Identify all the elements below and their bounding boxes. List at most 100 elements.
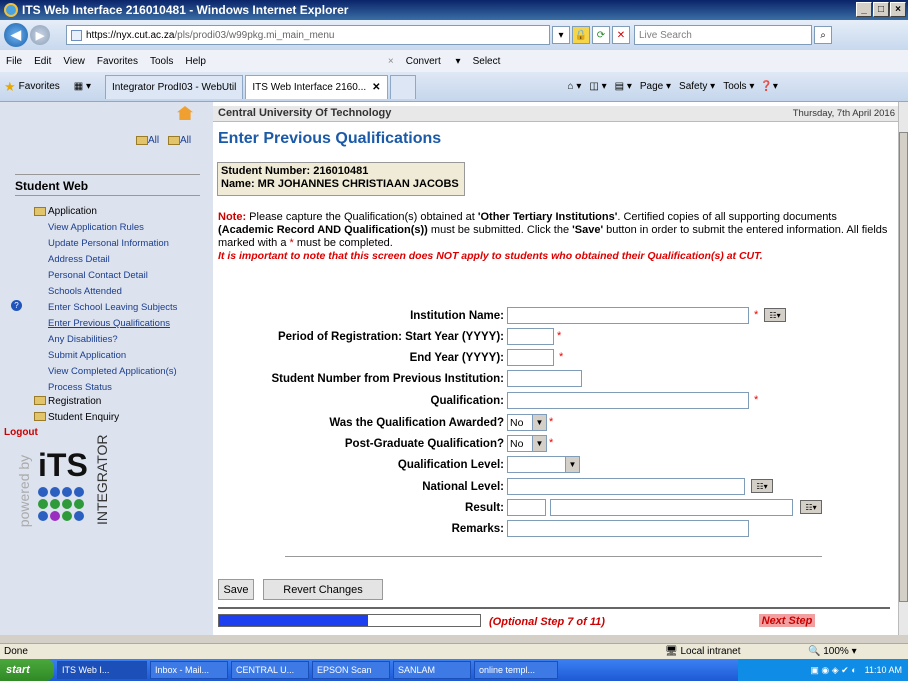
select-button[interactable]: Select [473,56,501,67]
sidebar-item-registration[interactable]: Registration [48,396,101,407]
minimize-button[interactable]: _ [856,2,872,17]
task-online-template[interactable]: online templ... [474,661,558,679]
tab-its-web[interactable]: ITS Web Interface 2160... ✕ [245,74,388,99]
home-icon[interactable] [177,106,193,120]
quick-tabs-icon[interactable]: ▦ ▾ [74,81,91,92]
progress-bar [218,614,481,627]
search-icon[interactable]: ⌕ [814,26,832,44]
menu-tools[interactable]: Tools [150,56,173,67]
help-icon[interactable]: ❓▾ [760,81,777,92]
menu-help[interactable]: Help [185,56,206,67]
task-its-web[interactable]: ITS Web I... [57,661,147,679]
help-icon[interactable]: ? [11,300,22,311]
national-level-input[interactable] [507,478,745,495]
institution-name-input[interactable] [507,307,749,324]
required-marker: * [754,394,759,406]
safety-menu[interactable]: Safety ▾ [679,81,715,92]
revert-changes-button[interactable]: Revert Changes [263,579,383,600]
sidebar-item-view-completed-applications[interactable]: View Completed Application(s) [48,366,177,377]
prev-student-number-input[interactable] [507,370,582,387]
live-search-input[interactable]: Live Search [634,25,812,45]
menu-edit[interactable]: Edit [34,56,51,67]
ie-logo-icon [4,3,18,17]
tab-integrator-label: Integrator ProdI03 - WebUtil [112,81,237,93]
collapse-all-button[interactable]: All [168,135,191,146]
task-sanlam[interactable]: SANLAM [393,661,471,679]
menu-file[interactable]: File [6,56,22,67]
sidebar-item-enter-previous-qualifications[interactable]: Enter Previous Qualifications [48,318,170,329]
required-marker: * [557,330,562,342]
tools-menu[interactable]: Tools ▾ [723,81,754,92]
vertical-scrollbar[interactable] [898,102,908,635]
sidebar-item-process-status[interactable]: Process Status [48,382,112,393]
sidebar-item-student-enquiry[interactable]: Student Enquiry [48,412,119,423]
awarded-label: Was the Qualification Awarded? [329,417,504,429]
tab-integrator[interactable]: Integrator ProdI03 - WebUtil [105,74,244,99]
sidebar-item-application[interactable]: Application [48,206,97,217]
national-level-lookup-icon[interactable]: ☷▾ [751,479,773,493]
scrollbar-thumb[interactable] [899,132,908,602]
close-button[interactable]: × [890,2,906,17]
print-icon[interactable]: ▤ ▾ [615,81,632,92]
page-menu[interactable]: Page ▾ [640,81,671,92]
sidebar-item-any-disabilities[interactable]: Any Disabilities? [48,334,118,345]
sidebar-item-enter-school-leaving-subjects[interactable]: Enter School Leaving Subjects [48,302,177,313]
sidebar-item-personal-contact-detail[interactable]: Personal Contact Detail [48,270,148,281]
zoom-label: 100% [823,646,849,657]
start-button[interactable]: start [0,659,54,681]
expand-all-button[interactable]: All [136,135,159,146]
new-tab-button[interactable] [389,74,416,99]
sidebar-item-schools-attended[interactable]: Schools Attended [48,286,122,297]
note-bold-2: (Academic Record AND Qualification(s)) [218,224,428,236]
integrator-text: INTEGRATOR [94,434,110,526]
maximize-button[interactable]: □ [873,2,889,17]
favorites-button[interactable]: Favorites [19,81,60,92]
url-dropdown-icon[interactable]: ▾ [552,26,570,44]
sidebar-item-address-detail[interactable]: Address Detail [48,254,110,265]
home-icon[interactable]: ⌂ ▾ [568,81,582,92]
next-step-button[interactable]: Next Step [759,614,815,627]
logout-link[interactable]: Logout [4,427,38,438]
sidebar-item-submit-application[interactable]: Submit Application [48,350,126,361]
remarks-input[interactable] [507,520,749,537]
result-lookup-icon[interactable]: ☷▾ [800,500,822,514]
header-bar: Central University Of Technology Thursda… [213,106,898,122]
menu-favorites[interactable]: Favorites [97,56,138,67]
task-central-u[interactable]: CENTRAL U... [231,661,309,679]
lock-icon[interactable]: 🔒 [572,26,590,44]
forward-button[interactable]: ▶ [30,25,50,45]
back-button[interactable]: ◀ [4,23,28,47]
feeds-icon[interactable]: ◫ ▾ [589,81,606,92]
postgrad-select[interactable]: No ▼ [507,435,547,452]
sidebar-item-update-personal-information[interactable]: Update Personal Information [48,238,169,249]
awarded-select-value: No [510,416,524,429]
task-inbox[interactable]: Inbox - Mail... [150,661,228,679]
result-code-input[interactable] [507,499,546,516]
qualification-input[interactable] [507,392,749,409]
its-text: iTS [38,447,88,483]
institution-lookup-icon[interactable]: ☷▾ [764,308,786,322]
menu-view[interactable]: View [63,56,85,67]
result-description-input[interactable] [550,499,793,516]
refresh-icon[interactable]: ⟳ [592,26,610,44]
end-year-input[interactable] [507,349,554,366]
awarded-select[interactable]: No ▼ [507,414,547,431]
tab-close-icon[interactable]: ✕ [372,82,380,93]
start-year-input[interactable] [507,328,554,345]
end-year-label: End Year (YYYY): [409,352,504,364]
close-toolbar-icon[interactable]: × [388,56,394,67]
university-name: Central University Of Technology [218,107,392,119]
save-button[interactable]: Save [218,579,254,600]
main-panel: Central University Of Technology Thursda… [213,102,898,635]
url-input[interactable]: https://nyx.cut.ac.za/pls/prodi03/w99pkg… [66,25,550,45]
qualification-label: Qualification: [430,395,504,407]
sidebar-item-view-application-rules[interactable]: View Application Rules [48,222,144,233]
stop-icon[interactable]: ✕ [612,26,630,44]
task-epson-scan[interactable]: EPSON Scan [312,661,390,679]
national-level-label: National Level: [422,481,504,493]
tray-icons: ▣ ◉ ◈ ✔ ◐ [810,664,857,675]
convert-button[interactable]: Convert ▾ [406,56,461,67]
zoom-control[interactable]: 🔍 100% ▾ [808,646,857,657]
required-marker: * [549,437,554,449]
qualification-level-select[interactable]: ▼ [507,456,580,473]
